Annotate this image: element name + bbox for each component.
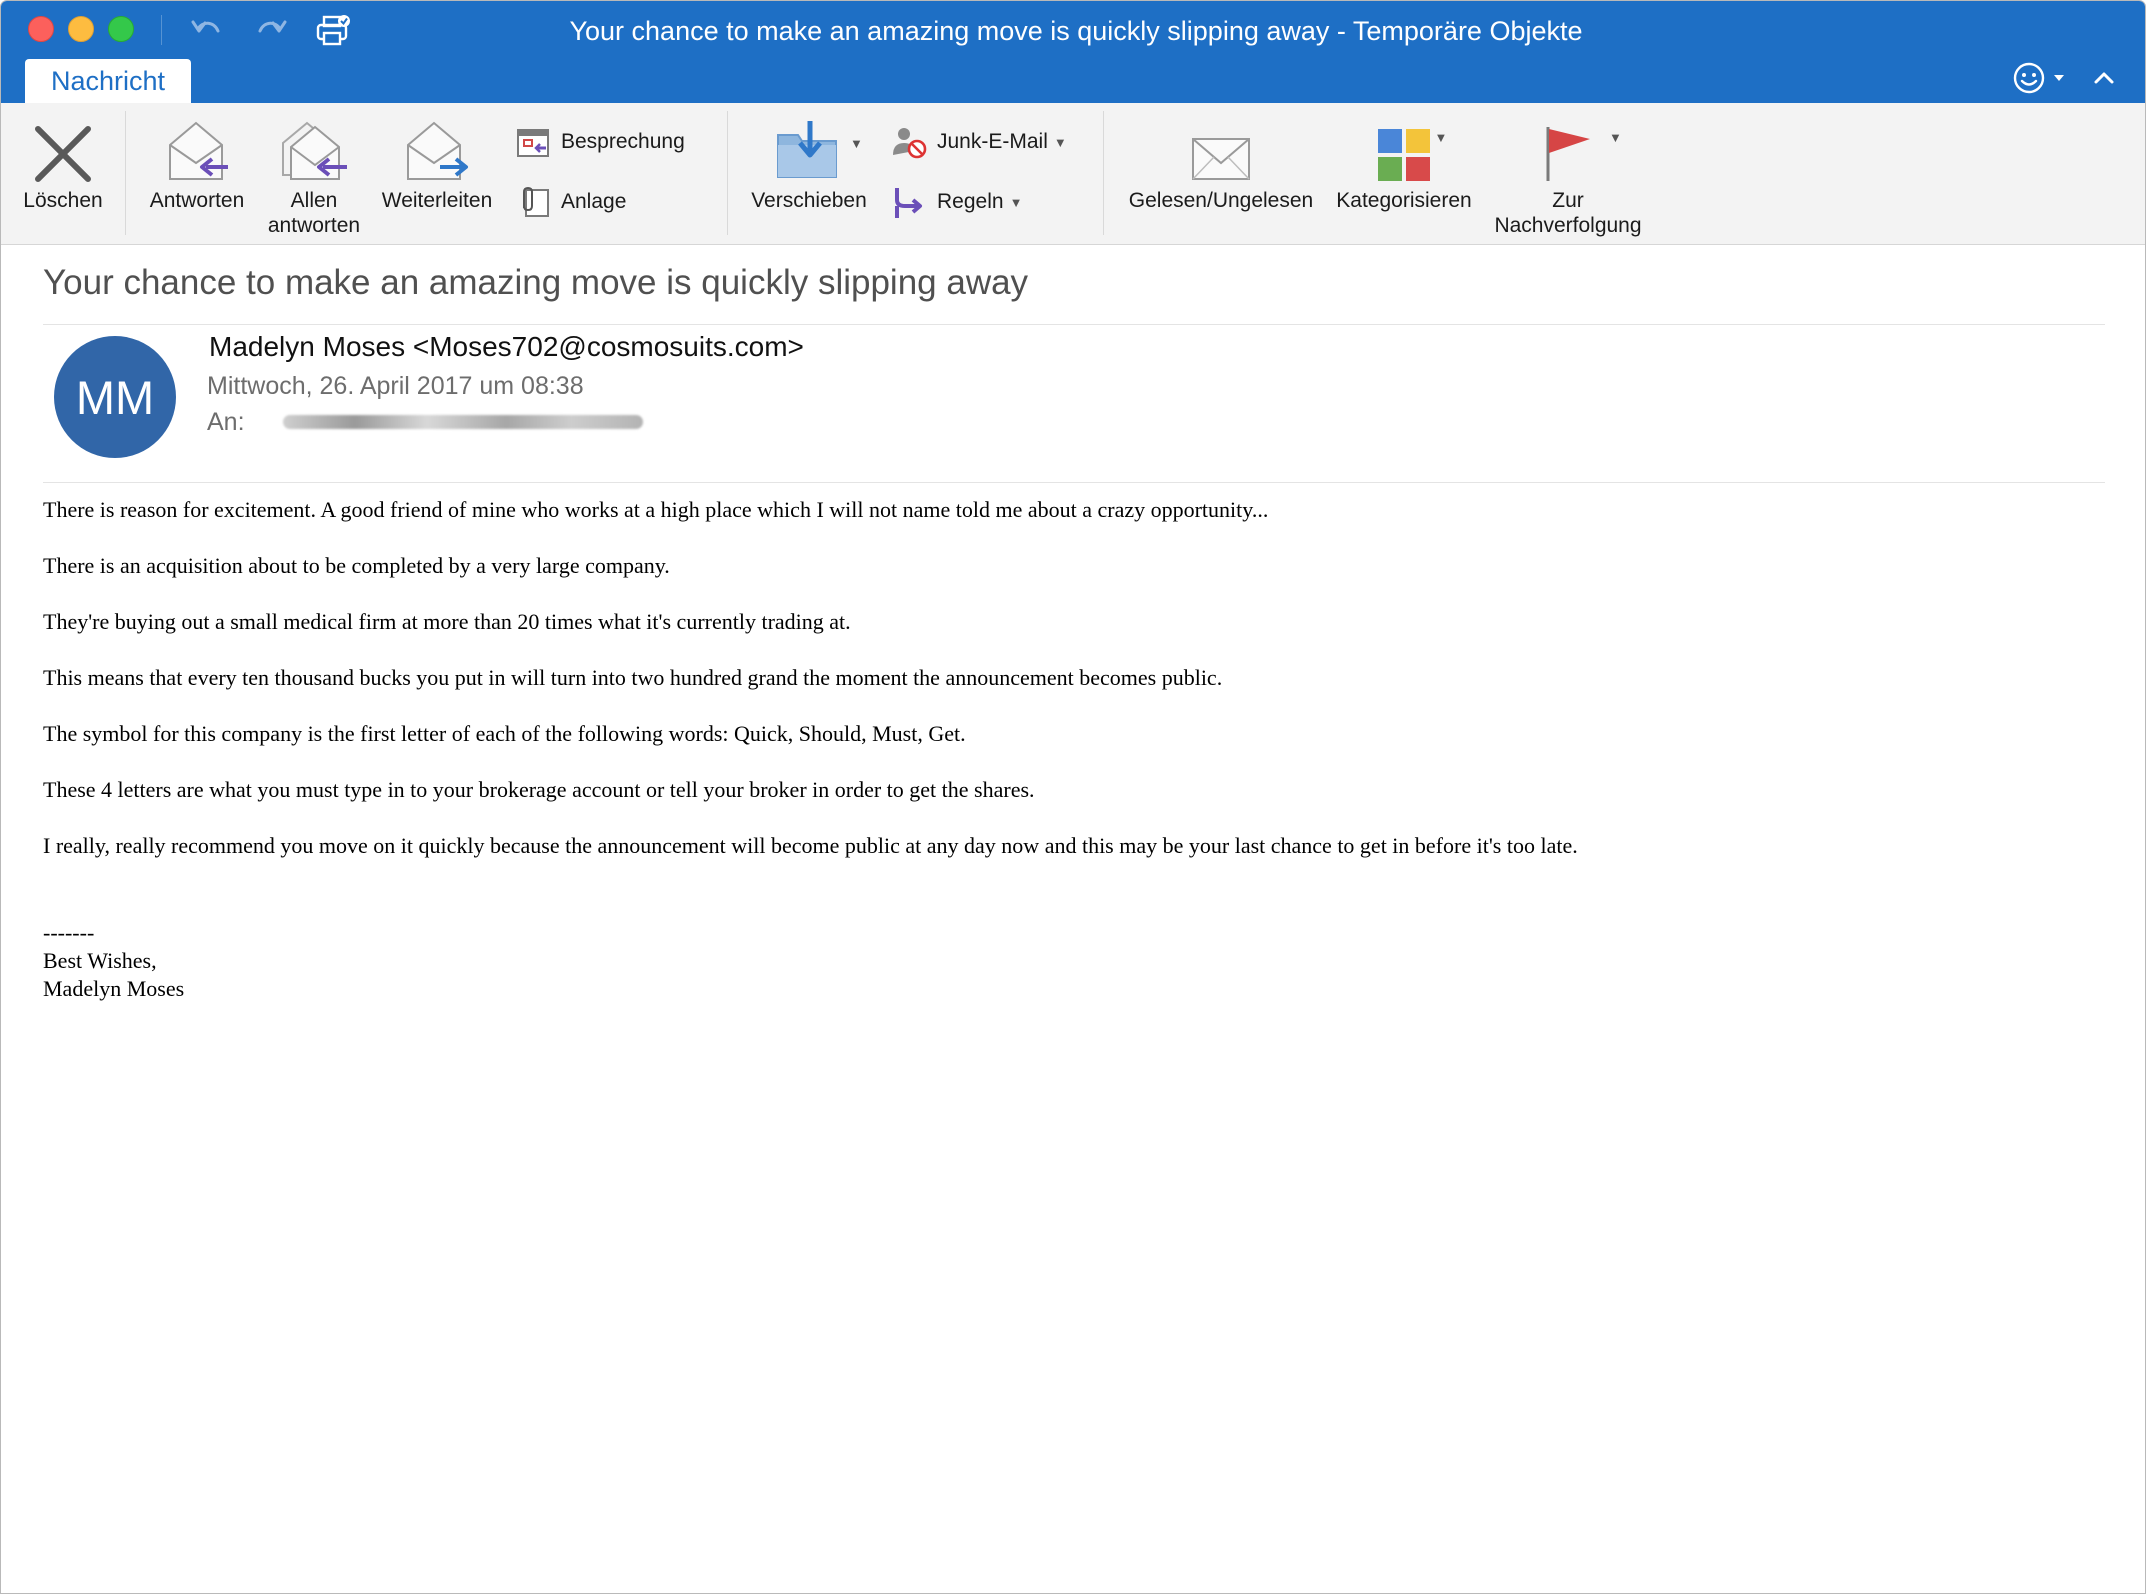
avatar: MM — [54, 336, 176, 458]
message-body: There is reason for excitement. A good f… — [43, 496, 2103, 888]
junk-label: Junk-E-Mail — [937, 130, 1048, 153]
body-paragraph: There is an acquisition about to be comp… — [43, 553, 670, 578]
maximize-window-button[interactable] — [108, 16, 134, 42]
close-window-button[interactable] — [28, 16, 54, 42]
meeting-label: Besprechung — [561, 130, 685, 153]
attachment-label: Anlage — [561, 190, 627, 213]
body-paragraph: There is reason for excitement. A good f… — [43, 497, 1269, 522]
reply-all-icon — [279, 113, 349, 183]
forward-button[interactable]: Weiterleiten — [373, 113, 501, 213]
ribbon-divider — [1103, 111, 1104, 235]
avatar-initials: MM — [75, 370, 155, 424]
envelope-icon — [1186, 113, 1256, 183]
chevron-down-icon — [2054, 75, 2064, 81]
junk-button[interactable]: Junk-E-Mail ▼ — [891, 125, 1067, 159]
window-title: Your chance to make an amazing move is q… — [569, 16, 1583, 46]
delete-button[interactable]: Löschen — [15, 113, 111, 213]
delete-x-icon — [28, 113, 98, 183]
categories-icon: ▼ — [1369, 113, 1447, 183]
categorize-dropdown-icon[interactable]: ▼ — [1435, 125, 1448, 150]
attachment-icon — [515, 185, 551, 219]
reply-label: Antworten — [149, 189, 245, 212]
rules-icon — [891, 185, 927, 219]
ribbon-divider — [727, 111, 728, 235]
rules-dropdown-icon[interactable]: ▼ — [1010, 195, 1023, 210]
smiley-icon — [2013, 62, 2045, 94]
sent-date: Mittwoch, 26. April 2017 um 08:38 — [207, 372, 584, 400]
redacted-recipient — [282, 415, 643, 429]
mail-window: Your chance to make an amazing move is q… — [0, 0, 2146, 1594]
rules-label: Regeln — [937, 190, 1004, 213]
recipient-row: An: — [207, 405, 643, 439]
attachment-button[interactable]: Anlage — [515, 185, 626, 219]
titlebar-divider — [161, 15, 162, 45]
body-paragraph: These 4 letters are what you must type i… — [43, 777, 1035, 802]
flag-icon: ▼ — [1533, 113, 1622, 183]
undo-button[interactable] — [187, 13, 227, 47]
body-paragraph: They're buying out a small medical firm … — [43, 609, 851, 634]
meeting-button[interactable]: Besprechung — [515, 125, 685, 159]
followup-dropdown-icon[interactable]: ▼ — [1609, 125, 1622, 150]
redo-icon — [258, 20, 287, 33]
undo-icon — [191, 20, 220, 33]
followup-button[interactable]: ▼ Zur Nachverfolgung — [1483, 113, 1653, 238]
reply-button[interactable]: Antworten — [141, 113, 253, 213]
read-unread-label: Gelesen/Ungelesen — [1128, 189, 1314, 212]
followup-label-1: Zur — [1552, 189, 1584, 212]
sender-name[interactable]: Madelyn Moses <Moses702@cosmosuits.com> — [209, 329, 804, 365]
read-unread-button[interactable]: Gelesen/Ungelesen — [1117, 113, 1325, 213]
title-bar: Your chance to make an amazing move is q… — [1, 1, 2145, 103]
categorize-button[interactable]: ▼ Kategorisieren — [1329, 113, 1479, 213]
reply-all-label-1: Allen — [290, 189, 338, 212]
minimize-window-button[interactable] — [68, 16, 94, 42]
forward-label: Weiterleiten — [381, 189, 493, 212]
meeting-icon — [515, 125, 551, 159]
message-subject: Your chance to make an amazing move is q… — [43, 263, 1029, 302]
signature-closing: Best Wishes, — [43, 948, 157, 973]
collapse-ribbon-button[interactable] — [2087, 61, 2121, 95]
signature-name: Madelyn Moses — [43, 976, 185, 1001]
reply-icon — [162, 113, 232, 183]
followup-label-2: Nachverfolgung — [1494, 214, 1642, 237]
move-dropdown-icon[interactable]: ▼ — [850, 131, 863, 156]
print-button[interactable] — [313, 13, 353, 47]
reply-all-button[interactable]: Allen antworten — [259, 113, 369, 238]
body-paragraph: This means that every ten thousand bucks… — [43, 665, 1223, 690]
move-button[interactable]: ▼ Verschieben — [741, 113, 877, 213]
move-folder-icon: ▼ — [774, 113, 863, 183]
delete-label: Löschen — [23, 189, 103, 212]
ribbon-toolbar: Löschen Antworten Allen antworten Weiter… — [1, 103, 2145, 245]
print-icon — [316, 15, 350, 46]
categorize-label: Kategorisieren — [1336, 189, 1472, 212]
body-paragraph: I really, really recommend you move on i… — [43, 833, 1578, 858]
to-label: An: — [207, 408, 245, 436]
junk-dropdown-icon[interactable]: ▼ — [1054, 135, 1067, 150]
ribbon-divider — [125, 111, 126, 235]
signature: ------- Best Wishes, Madelyn Moses — [43, 919, 184, 1003]
tab-nachricht[interactable]: Nachricht — [25, 59, 191, 103]
signature-dashes: ------- — [43, 920, 95, 945]
junk-icon — [891, 125, 927, 159]
header-divider — [43, 324, 2105, 325]
forward-icon — [402, 113, 472, 183]
move-label: Verschieben — [751, 189, 867, 212]
redo-button[interactable] — [251, 13, 291, 47]
reply-all-label-2: antworten — [267, 214, 361, 237]
body-paragraph: The symbol for this company is the first… — [43, 721, 966, 746]
chevron-up-icon — [2094, 72, 2114, 84]
body-divider — [43, 482, 2105, 483]
feedback-smiley-button[interactable] — [2012, 59, 2068, 97]
rules-button[interactable]: Regeln ▼ — [891, 185, 1022, 219]
